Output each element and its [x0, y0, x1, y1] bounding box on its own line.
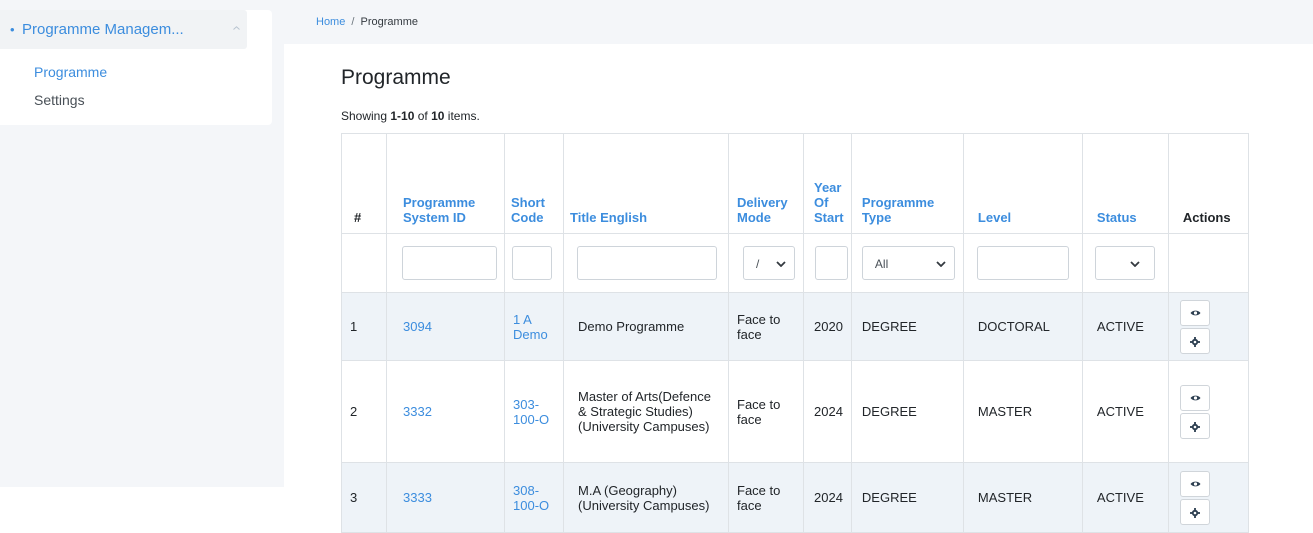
filter-short-code-input[interactable]	[512, 246, 552, 280]
eye-icon	[1190, 395, 1201, 400]
row-status: ACTIVE	[1081, 462, 1169, 533]
row-system-id[interactable]: 3332	[386, 360, 505, 463]
page-title: Programme	[341, 66, 451, 89]
table-row: 3 3333 308-100-O M.A (Geography) (Univer…	[341, 462, 1249, 533]
row-year: 2024	[803, 360, 852, 463]
summary-suffix: items.	[444, 109, 480, 123]
header-short-code[interactable]: Short Code	[504, 133, 564, 234]
filter-system-id-input[interactable]	[402, 246, 497, 280]
row-delivery-mode: Face to face	[728, 360, 804, 463]
row-actions	[1167, 360, 1249, 463]
breadcrumb: Home / Programme	[316, 16, 418, 28]
chevron-down-icon	[1130, 261, 1140, 267]
filter-cell-index	[341, 233, 387, 293]
header-actions: Actions	[1167, 133, 1249, 234]
header-year-of-start[interactable]: Year Of Start	[803, 133, 852, 234]
header-system-id[interactable]: Programme System ID	[386, 133, 505, 234]
summary-prefix: Showing	[341, 109, 391, 123]
row-delivery-mode: Face to face	[728, 462, 804, 533]
settings-button[interactable]	[1179, 327, 1210, 354]
chevron-down-icon	[776, 261, 786, 267]
header-index: #	[341, 133, 387, 234]
sidebar: • Programme Managem... Programme Setting…	[0, 0, 284, 487]
breadcrumb-home-link[interactable]: Home	[316, 16, 345, 28]
header-title-english[interactable]: Title English	[563, 133, 729, 234]
view-button[interactable]	[1179, 470, 1210, 497]
row-level: MASTER	[962, 462, 1083, 533]
filter-cell-actions	[1167, 233, 1249, 293]
table-row: 1 3094 1 A Demo Demo Programme Face to f…	[341, 292, 1249, 361]
settings-button[interactable]	[1179, 498, 1210, 525]
row-short-code[interactable]: 308-100-O	[504, 462, 564, 533]
row-status: ACTIVE	[1081, 292, 1169, 361]
row-title: Master of Arts(Defence & Strategic Studi…	[563, 360, 729, 463]
summary-total: 10	[431, 109, 445, 123]
eye-icon	[1190, 310, 1201, 315]
row-delivery-mode: Face to face	[728, 292, 804, 361]
sidebar-item-settings[interactable]: Settings	[34, 92, 85, 108]
row-programme-type: DEGREE	[850, 292, 964, 361]
summary-range: 1-10	[390, 109, 415, 123]
filter-programme-type-value: All	[874, 257, 889, 271]
gear-icon	[1189, 336, 1200, 347]
filter-programme-type-select[interactable]: All	[861, 246, 955, 280]
row-year: 2024	[803, 462, 852, 533]
view-button[interactable]	[1179, 384, 1210, 411]
header-programme-type[interactable]: Programme Type	[850, 133, 964, 234]
filter-level-input[interactable]	[976, 246, 1069, 280]
row-title: M.A (Geography) (University Campuses)	[563, 462, 729, 533]
row-level: MASTER	[962, 360, 1083, 463]
row-actions	[1167, 292, 1249, 361]
row-programme-type: DEGREE	[850, 462, 964, 533]
view-button[interactable]	[1179, 299, 1210, 326]
settings-button[interactable]	[1179, 412, 1210, 439]
filter-title-input[interactable]	[577, 246, 717, 280]
breadcrumb-separator: /	[351, 16, 355, 28]
header-status[interactable]: Status	[1081, 133, 1169, 234]
chevron-down-icon	[936, 261, 946, 267]
gear-icon	[1189, 421, 1200, 432]
row-actions	[1167, 462, 1249, 533]
row-index: 3	[341, 462, 387, 533]
row-system-id[interactable]: 3333	[386, 462, 505, 533]
eye-icon	[1190, 481, 1201, 486]
chevron-up-icon	[233, 26, 240, 30]
summary-of: of	[414, 109, 432, 123]
bullet-icon: •	[10, 22, 15, 37]
filter-delivery-mode-select[interactable]: /	[743, 246, 795, 280]
breadcrumb-bar: Home / Programme	[284, 0, 1313, 44]
row-index: 1	[341, 292, 387, 361]
row-programme-type: DEGREE	[850, 360, 964, 463]
row-status: ACTIVE	[1081, 360, 1169, 463]
row-level: DOCTORAL	[962, 292, 1083, 361]
filter-row: / All	[341, 233, 1249, 293]
row-system-id[interactable]: 3094	[386, 292, 505, 361]
filter-year-input[interactable]	[815, 246, 848, 280]
row-title: Demo Programme	[563, 292, 729, 361]
sidebar-item-programme[interactable]: Programme	[34, 64, 107, 80]
row-short-code[interactable]: 303-100-O	[504, 360, 564, 463]
sidebar-menu: • Programme Managem... Programme Setting…	[0, 10, 272, 125]
row-year: 2020	[803, 292, 852, 361]
table-row: 2 3332 303-100-O Master of Arts(Defence …	[341, 360, 1249, 463]
programme-table: # Programme System ID Short Code Title E…	[341, 133, 1249, 533]
row-index: 2	[341, 360, 387, 463]
header-level[interactable]: Level	[962, 133, 1083, 234]
header-delivery-mode[interactable]: Delivery Mode	[728, 133, 804, 234]
row-short-code[interactable]: 1 A Demo	[504, 292, 564, 361]
filter-delivery-mode-value: /	[756, 257, 760, 271]
breadcrumb-current: Programme	[360, 16, 418, 28]
gear-icon	[1189, 507, 1200, 518]
sidebar-group-label: Programme Managem...	[22, 21, 184, 38]
results-summary: Showing 1-10 of 10 items.	[341, 109, 480, 123]
filter-status-select[interactable]	[1094, 246, 1155, 280]
sidebar-group-programme-management[interactable]: • Programme Managem...	[0, 10, 247, 49]
table-header-row: # Programme System ID Short Code Title E…	[341, 133, 1249, 234]
